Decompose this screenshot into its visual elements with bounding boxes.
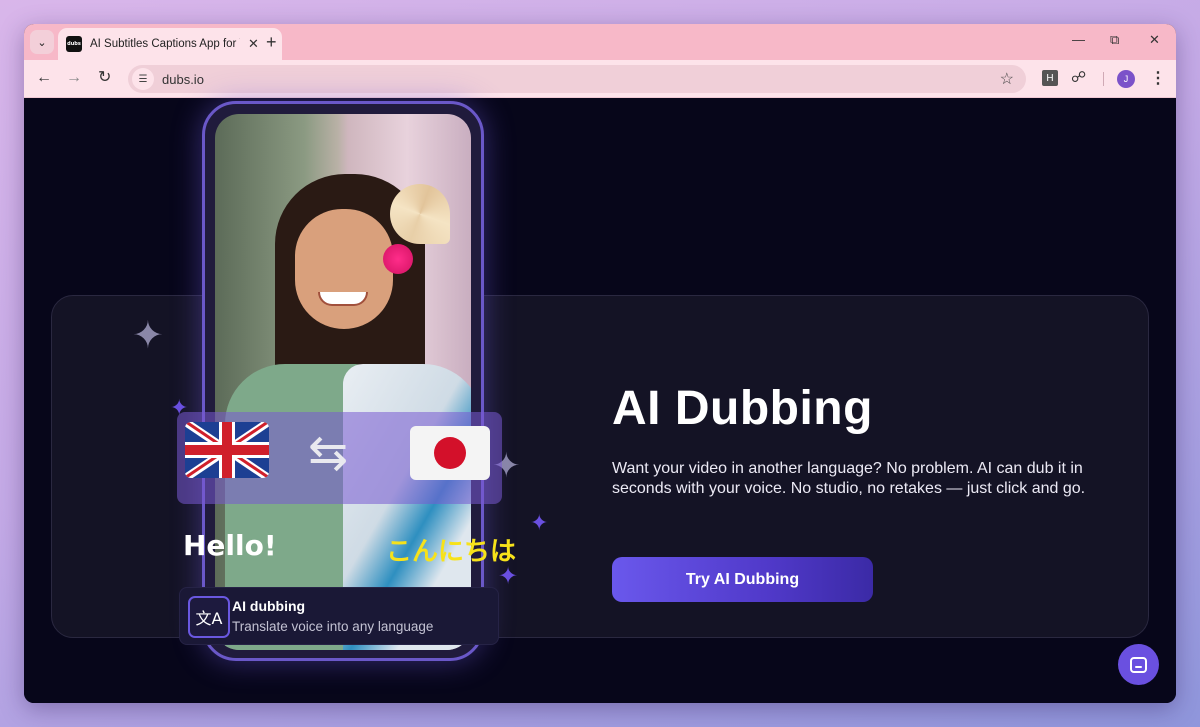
browser-window: ⌄ dubs AI Subtitles Captions App for You…	[24, 24, 1176, 703]
avatar[interactable]: J	[1117, 70, 1135, 88]
hero-description: Want your video in another language? No …	[612, 460, 1086, 497]
tune-icon[interactable]: ☰	[132, 68, 154, 90]
photo-face	[295, 209, 393, 329]
restore-icon[interactable]: ⧉	[1110, 32, 1119, 48]
try-ai-dubbing-button[interactable]: Try AI Dubbing	[612, 557, 873, 602]
japan-flag-icon	[410, 426, 490, 480]
minimize-icon[interactable]: —	[1072, 32, 1085, 47]
ai-dubbing-chip: 文A AI dubbing Translate voice into any l…	[179, 587, 499, 645]
favicon-icon: dubs	[66, 36, 82, 52]
chat-launcher-button[interactable]	[1118, 644, 1159, 685]
sparkle-icon: ✦	[498, 563, 519, 590]
hair-ornament-fan	[390, 184, 450, 244]
phone-mockup	[202, 101, 484, 661]
reload-icon[interactable]: ↻	[98, 68, 111, 88]
kebab-icon[interactable]: ⋮	[1150, 68, 1166, 88]
refresh-icon: ⇆	[308, 425, 349, 481]
photo-smile	[318, 292, 368, 306]
chevron-down-icon[interactable]: ⌄	[30, 30, 54, 54]
chip-title: AI dubbing	[232, 598, 306, 614]
tab-strip: ⌄ dubs AI Subtitles Captions App for You…	[24, 24, 1176, 60]
translate-icon: 文A	[188, 596, 230, 638]
sparkle-icon: ✦	[132, 315, 164, 357]
uk-flag-icon	[185, 422, 269, 478]
extension-h-icon[interactable]: H	[1042, 70, 1058, 86]
page-content: ✦ ✦ ✦ ✦ ✦ ⇆ Hello! こんにちは 文A AI dubbing T…	[24, 99, 1176, 703]
arrow-left-icon[interactable]: ←	[36, 68, 52, 88]
chip-subtitle: Translate voice into any language	[232, 619, 434, 634]
sparkle-icon: ✦	[530, 510, 549, 535]
toolbar-divider	[1103, 72, 1104, 86]
chat-icon	[1130, 656, 1147, 673]
tab-active[interactable]: dubs AI Subtitles Captions App for YouTu…	[58, 28, 282, 60]
page-title: AI Dubbing	[612, 382, 873, 435]
star-icon[interactable]: ☆	[1000, 69, 1014, 89]
browser-toolbar: ← → ↻ ☰ dubs.io ☆ H ☍ J ⋮	[24, 60, 1176, 98]
arrow-right-icon[interactable]: →	[66, 68, 82, 88]
close-icon[interactable]: ✕	[248, 36, 259, 52]
konnichiwa-label: こんにちは	[386, 537, 517, 567]
tab-title: AI Subtitles Captions App for YouTube	[90, 38, 240, 50]
hair-ornament-flower	[383, 244, 413, 274]
hello-label: Hello!	[183, 529, 277, 562]
url-text[interactable]: dubs.io	[162, 72, 204, 87]
close-window-icon[interactable]: ✕	[1149, 32, 1160, 48]
puzzle-icon[interactable]: ☍	[1071, 68, 1086, 86]
hero-photo	[215, 114, 471, 650]
new-tab-button[interactable]: +	[266, 31, 277, 53]
address-bar[interactable]: ☰ dubs.io ☆	[128, 65, 1026, 93]
